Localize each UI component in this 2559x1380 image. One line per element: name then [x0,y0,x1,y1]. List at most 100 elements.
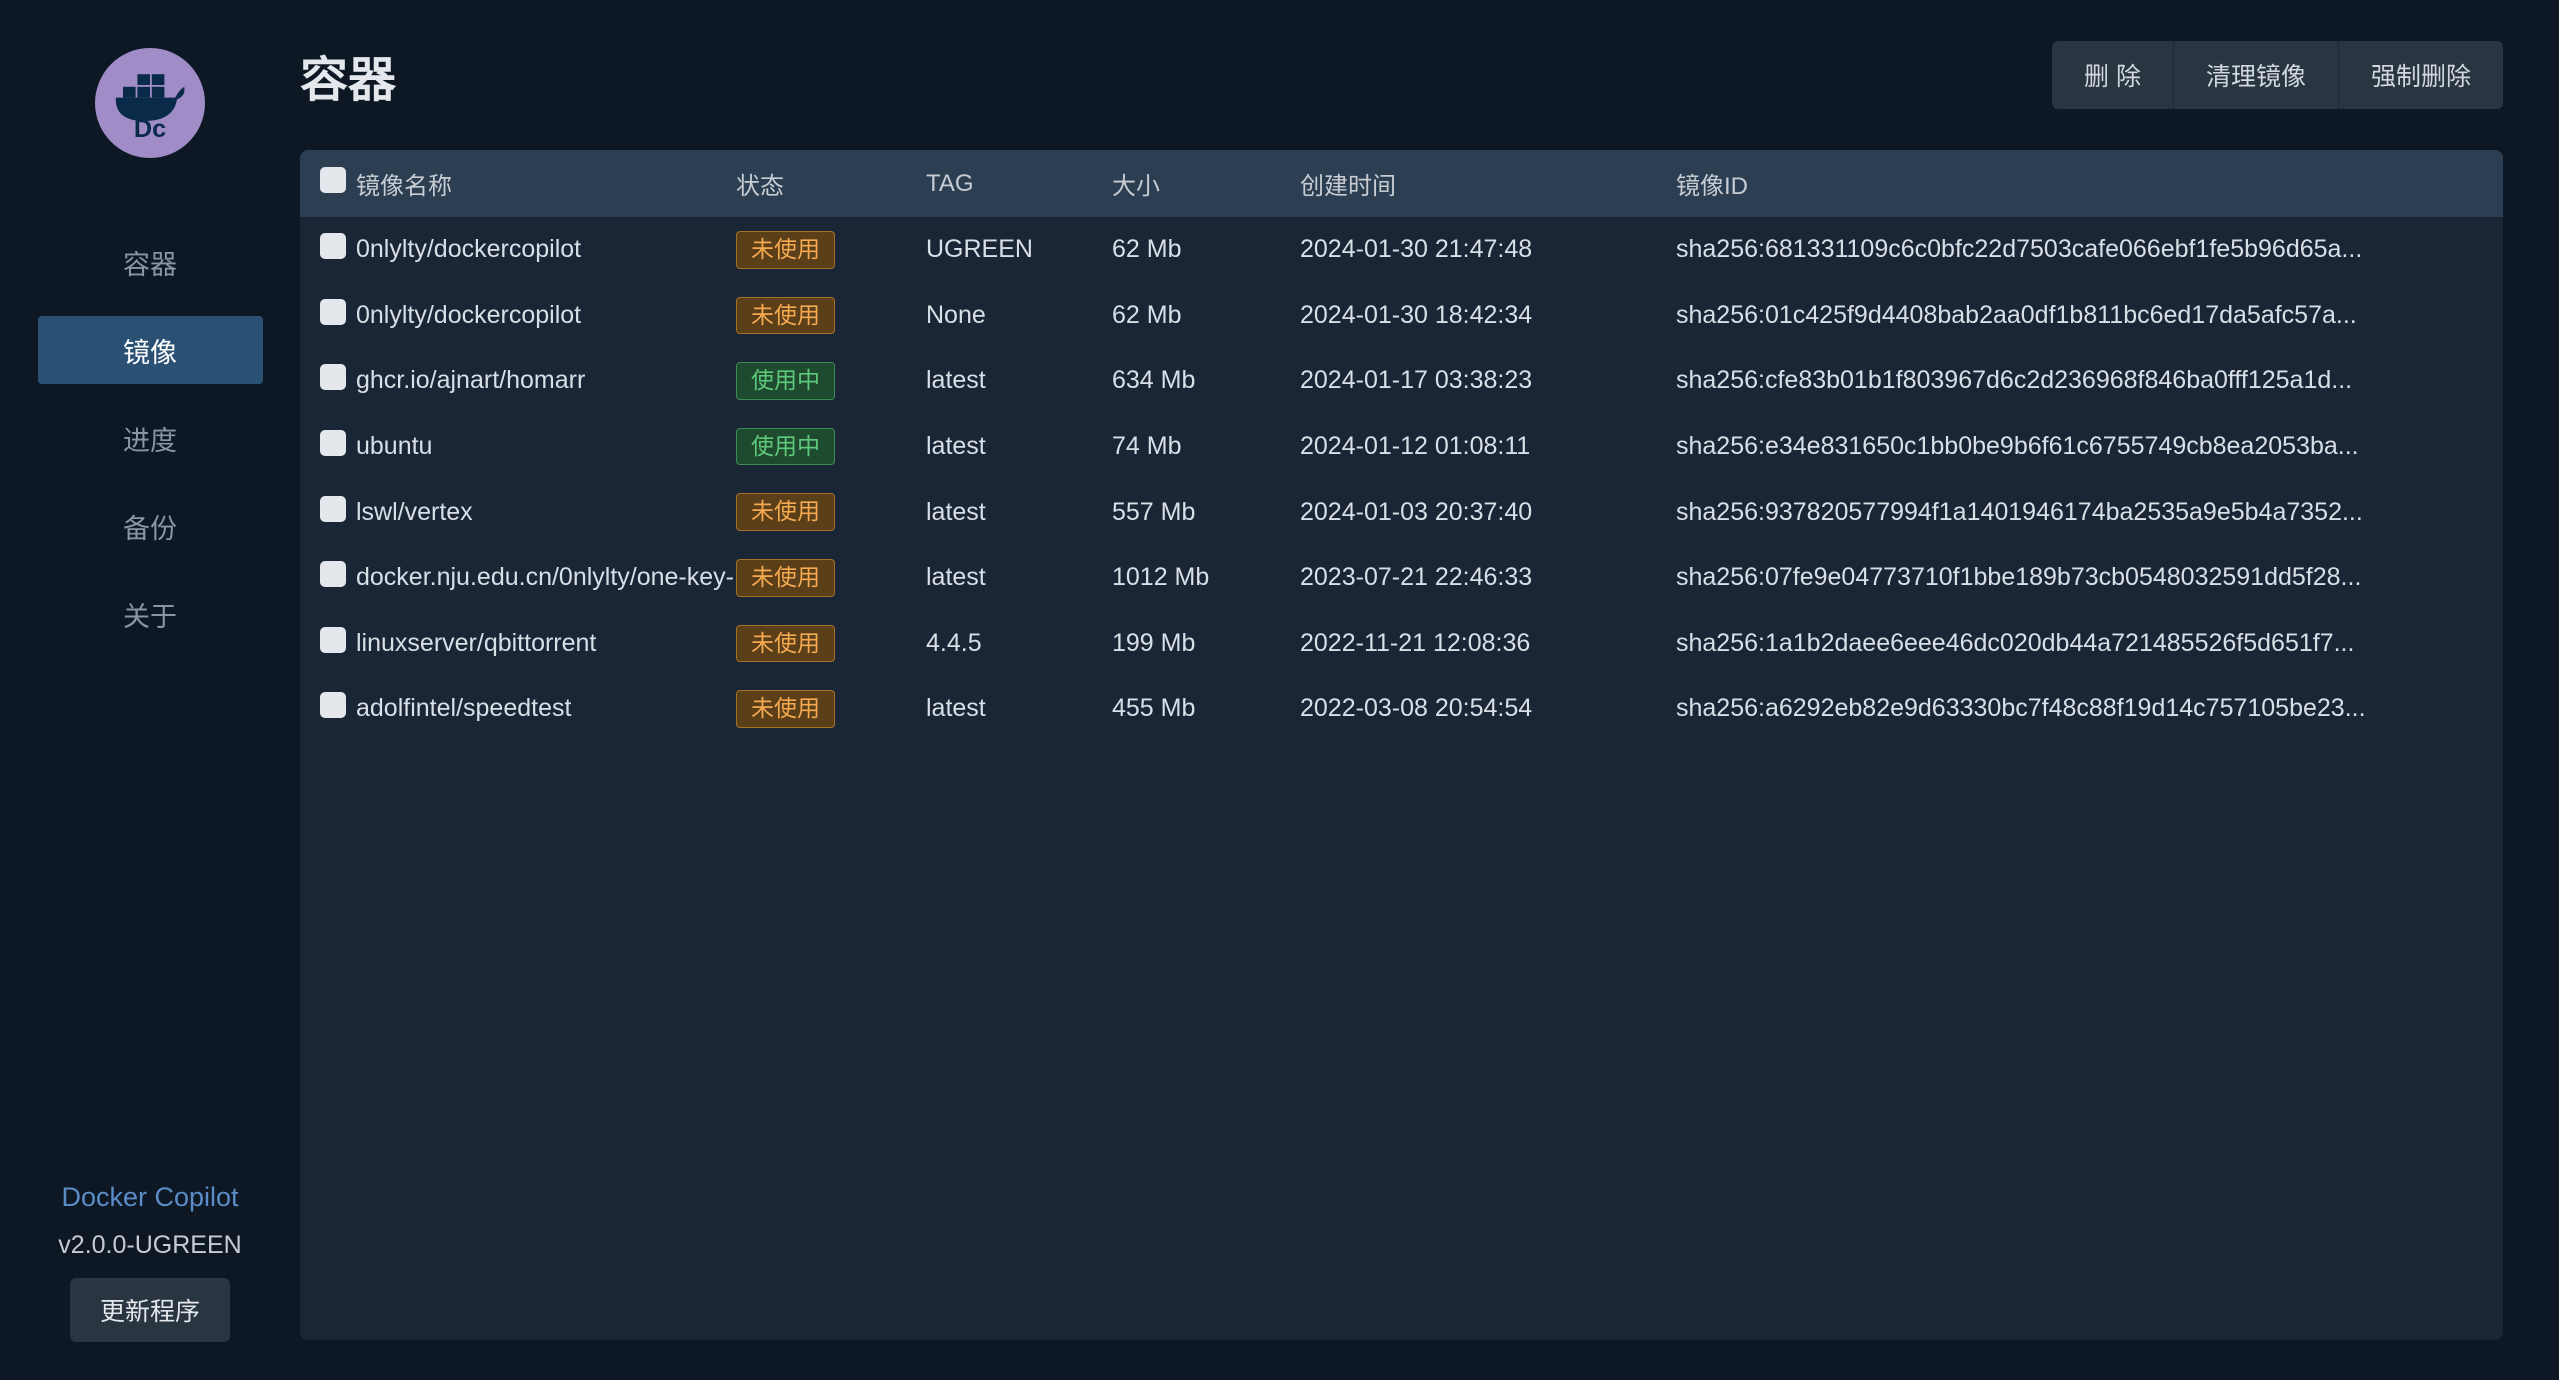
select-all-checkbox[interactable] [320,167,346,193]
image-name-cell: 0nlylty/dockercopilot [356,217,736,283]
table-row[interactable]: 0nlylty/dockercopilot未使用 None62 Mb2024-01… [300,283,2503,349]
app-version-label: v2.0.0-UGREEN [58,1231,241,1260]
status-badge: 未使用 [736,297,835,335]
app-name-label: Docker Copilot [61,1182,238,1213]
table-row[interactable]: docker.nju.edu.cn/0nlylty/one-key-未使用 lat… [300,545,2503,611]
image-name-cell: docker.nju.edu.cn/0nlylty/one-key- [356,545,736,611]
row-checkbox[interactable] [320,692,346,718]
row-checkbox[interactable] [320,627,346,653]
status-badge: 未使用 [736,559,835,597]
table-row[interactable]: lswl/vertex未使用latest557 Mb2024-01-03 20:… [300,479,2503,545]
table-row[interactable]: linuxserver/qbittorrent未使用 4.4.5199 Mb202… [300,611,2503,677]
tag-cell: latest [926,479,1112,545]
status-cell: 使用中 [736,414,926,480]
image-name-cell: lswl/vertex [356,479,736,545]
created-cell: 2022-11-21 12:08:36 [1300,611,1676,677]
status-badge: 使用中 [736,362,835,400]
row-checkbox-cell [300,217,356,283]
row-checkbox[interactable] [320,299,346,325]
sidebar-nav-item[interactable]: 关于 [38,580,263,648]
header-action-button[interactable]: 强制删除 [2339,41,2503,109]
image-id-cell: sha256:937820577994f1a1401946174ba2535a9… [1676,479,2503,545]
table-row[interactable]: ghcr.io/ajnart/homarr使用中 latest634 Mb2024… [300,348,2503,414]
status-badge: 未使用 [736,231,835,269]
image-name-cell: 0nlylty/dockercopilot [356,283,736,349]
created-cell: 2024-01-17 03:38:23 [1300,348,1676,414]
row-checkbox-cell [300,348,356,414]
page-header: 容器 删 除清理镜像强制删除 [300,40,2503,110]
tag-cell: 4.4.5 [926,611,1112,677]
status-cell: 未使用 [736,545,926,611]
image-id-cell: sha256:1a1b2daee6eee46dc020db44a72148552… [1676,611,2503,677]
status-cell: 未使用 [736,217,926,283]
column-header-size[interactable]: 大小 [1112,150,1300,217]
column-header-checkbox [300,150,356,217]
sidebar-nav-item[interactable]: 镜像 [38,316,263,384]
status-cell: 未使用 [736,611,926,677]
created-cell: 2022-03-08 20:54:54 [1300,676,1676,742]
row-checkbox-cell [300,479,356,545]
sidebar-nav-item[interactable]: 备份 [38,492,263,560]
row-checkbox-cell [300,283,356,349]
table-header-row: 镜像名称 状态 TAG 大小 创建时间 镜像ID [300,150,2503,217]
main-panel: 容器 删 除清理镜像强制删除 镜像名称 状态 TAG 大小 创建时间 镜像ID … [300,0,2559,1380]
column-header-name[interactable]: 镜像名称 [356,150,736,217]
image-name-cell: adolfintel/speedtest [356,676,736,742]
image-id-cell: sha256:01c425f9d4408bab2aa0df1b811bc6ed1… [1676,283,2503,349]
created-cell: 2024-01-12 01:08:11 [1300,414,1676,480]
header-action-button[interactable]: 清理镜像 [2174,41,2339,109]
docker-icon: Dc [105,58,195,148]
status-cell: 未使用 [736,479,926,545]
size-cell: 62 Mb [1112,283,1300,349]
tag-cell: latest [926,414,1112,480]
created-cell: 2024-01-30 18:42:34 [1300,283,1676,349]
image-id-cell: sha256:681331109c6c0bfc22d7503cafe066ebf… [1676,217,2503,283]
image-id-cell: sha256:cfe83b01b1f803967d6c2d236968f846b… [1676,348,2503,414]
created-cell: 2023-07-21 22:46:33 [1300,545,1676,611]
sidebar-nav-item[interactable]: 容器 [38,228,263,296]
page-title: 容器 [300,40,396,110]
sidebar-nav: 容器镜像进度备份关于 [38,228,263,648]
app-logo: Dc [95,48,205,158]
tag-cell: latest [926,545,1112,611]
update-button[interactable]: 更新程序 [70,1278,230,1342]
row-checkbox-cell [300,414,356,480]
size-cell: 74 Mb [1112,414,1300,480]
image-id-cell: sha256:a6292eb82e9d63330bc7f48c88f19d14c… [1676,676,2503,742]
column-header-id[interactable]: 镜像ID [1676,150,2503,217]
tag-cell: None [926,283,1112,349]
images-table-container: 镜像名称 状态 TAG 大小 创建时间 镜像ID 0nlylty/dockerc… [300,150,2503,1340]
row-checkbox[interactable] [320,430,346,456]
image-name-cell: linuxserver/qbittorrent [356,611,736,677]
sidebar-nav-item[interactable]: 进度 [38,404,263,472]
row-checkbox[interactable] [320,496,346,522]
status-cell: 未使用 [736,676,926,742]
status-badge: 使用中 [736,428,835,466]
row-checkbox-cell [300,545,356,611]
image-name-cell: ghcr.io/ajnart/homarr [356,348,736,414]
row-checkbox[interactable] [320,233,346,259]
created-cell: 2024-01-03 20:37:40 [1300,479,1676,545]
table-row[interactable]: ubuntu使用中latest74 Mb2024-01-12 01:08:11s… [300,414,2503,480]
table-row[interactable]: adolfintel/speedtest未使用latest455 Mb2022-… [300,676,2503,742]
images-table: 镜像名称 状态 TAG 大小 创建时间 镜像ID 0nlylty/dockerc… [300,150,2503,742]
created-cell: 2024-01-30 21:47:48 [1300,217,1676,283]
image-id-cell: sha256:07fe9e04773710f1bbe189b73cb054803… [1676,545,2503,611]
status-cell: 未使用 [736,283,926,349]
tag-cell: latest [926,348,1112,414]
status-badge: 未使用 [736,690,835,728]
size-cell: 199 Mb [1112,611,1300,677]
size-cell: 634 Mb [1112,348,1300,414]
column-header-tag[interactable]: TAG [926,150,1112,217]
column-header-created[interactable]: 创建时间 [1300,150,1676,217]
row-checkbox[interactable] [320,364,346,390]
sidebar: Dc 容器镜像进度备份关于 Docker Copilot v2.0.0-UGRE… [0,0,300,1380]
size-cell: 455 Mb [1112,676,1300,742]
row-checkbox[interactable] [320,561,346,587]
column-header-status[interactable]: 状态 [736,150,926,217]
header-action-button[interactable]: 删 除 [2052,41,2174,109]
status-badge: 未使用 [736,625,835,663]
svg-text:Dc: Dc [134,115,166,143]
table-row[interactable]: 0nlylty/dockercopilot未使用UGREEN62 Mb2024-… [300,217,2503,283]
image-id-cell: sha256:e34e831650c1bb0be9b6f61c6755749cb… [1676,414,2503,480]
